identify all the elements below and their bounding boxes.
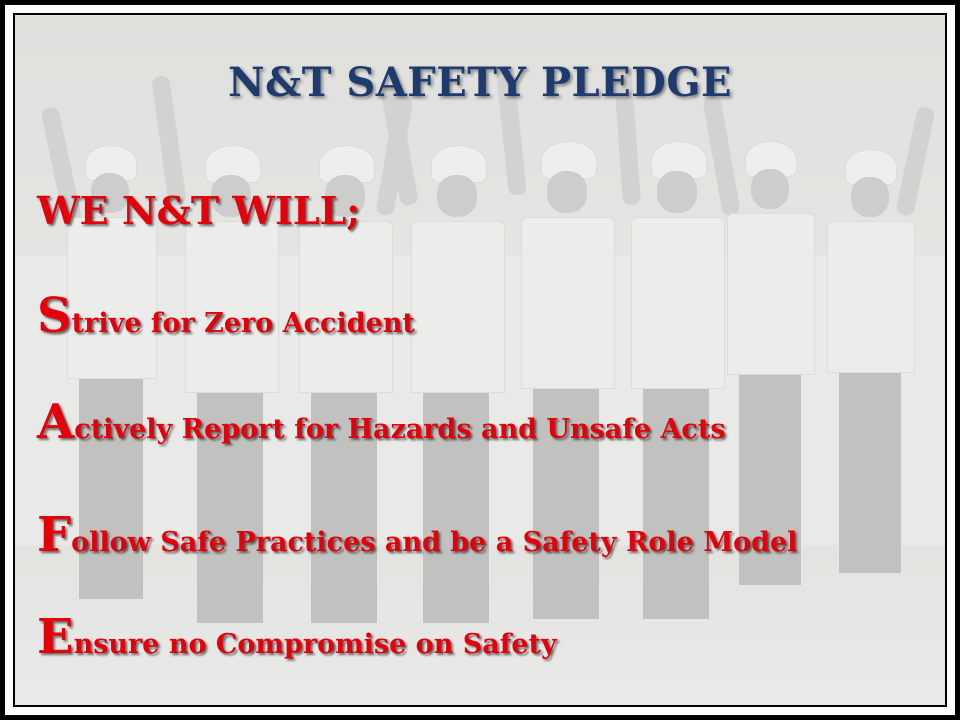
pledge-initial: S bbox=[37, 288, 72, 344]
pledge-text: nsure no Compromise on Safety bbox=[73, 629, 557, 660]
pledge-heading: WE N&T WILL; bbox=[37, 188, 361, 233]
slide-title: N&T SAFETY PLEDGE bbox=[228, 59, 732, 106]
pledge-item-follow: Follow Safe Practices and be a Safety Ro… bbox=[37, 511, 797, 559]
pledge-item-ensure: Ensure no Compromise on Safety bbox=[37, 613, 557, 661]
slide: N&T SAFETY PLEDGE WE N&T WILL; Strive fo… bbox=[0, 0, 960, 720]
pledge-initial: F bbox=[37, 507, 72, 563]
pledge-initial: A bbox=[37, 394, 75, 450]
pledge-text: trive for Zero Accident bbox=[71, 308, 415, 339]
pledge-text-overlay: N&T SAFETY PLEDGE WE N&T WILL; Strive fo… bbox=[15, 15, 945, 705]
pledge-text: ollow Safe Practices and be a Safety Rol… bbox=[71, 527, 798, 558]
pledge-item-actively: Actively Report for Hazards and Unsafe A… bbox=[37, 398, 726, 446]
pledge-initial: E bbox=[37, 609, 74, 665]
pledge-item-strive: Strive for Zero Accident bbox=[37, 292, 415, 340]
slide-frame: N&T SAFETY PLEDGE WE N&T WILL; Strive fo… bbox=[13, 13, 947, 707]
pledge-text: ctively Report for Hazards and Unsafe Ac… bbox=[74, 414, 726, 445]
